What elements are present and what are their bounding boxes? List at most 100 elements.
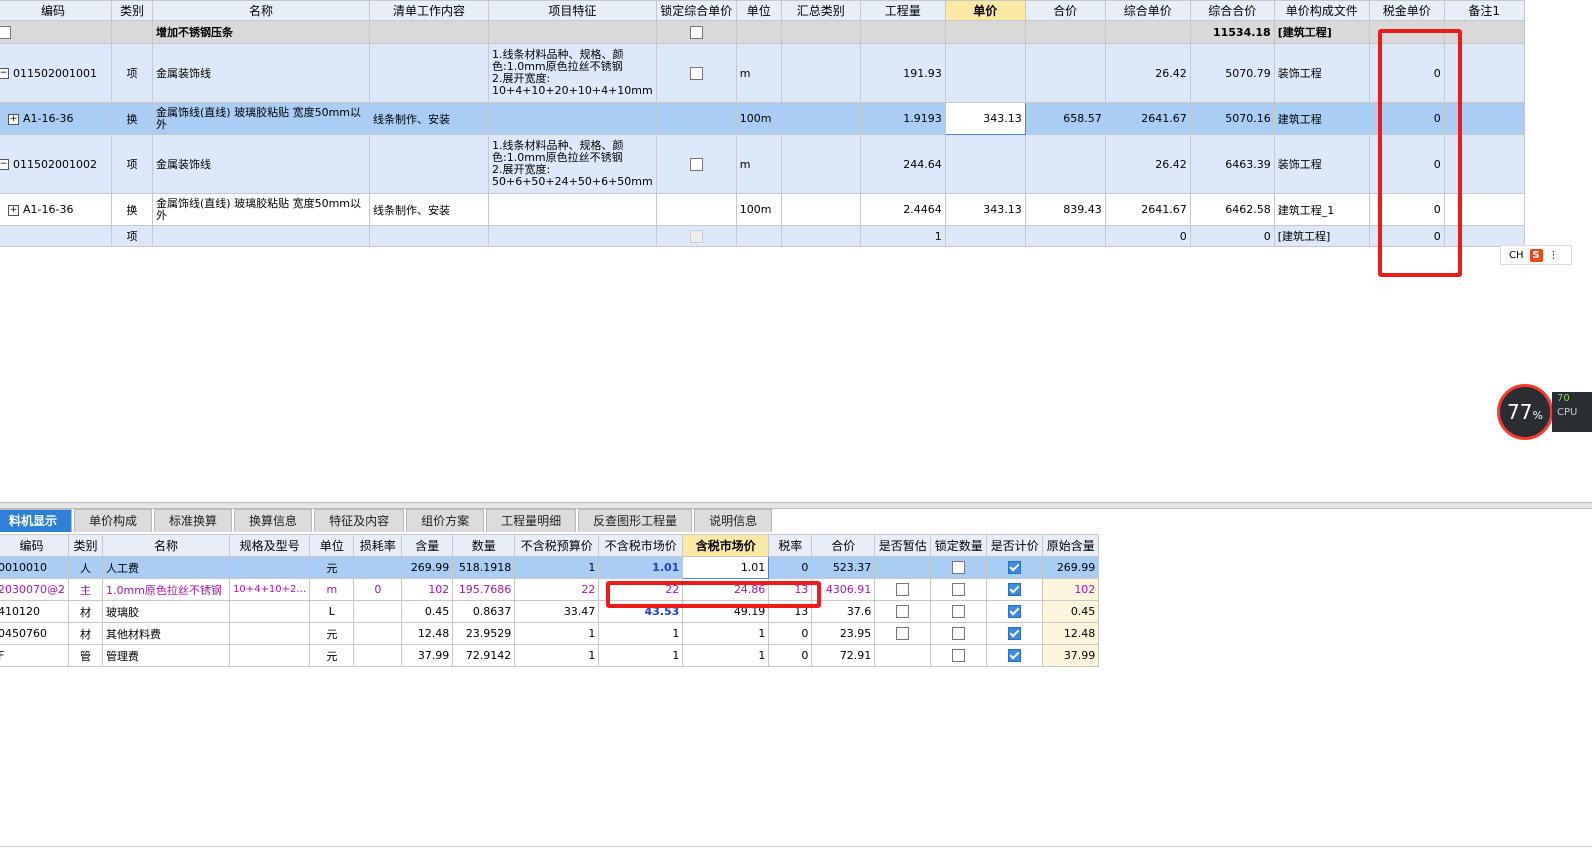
cell-unit-price[interactable]: 343.13: [944, 193, 1026, 226]
table-row[interactable]: 0010010 人 人工费 元 269.99 518.1918 1 1.01 1…: [0, 556, 1100, 579]
cell-comp-total[interactable]: 5070.16: [1189, 102, 1275, 135]
provisional-checkbox[interactable]: [896, 583, 910, 597]
cell-loss[interactable]: 0: [353, 578, 403, 601]
lock-qty-checkbox[interactable]: [952, 605, 966, 619]
tab-price-composition[interactable]: 单价构成: [74, 509, 153, 532]
cpu-gauge[interactable]: 77%: [1497, 384, 1553, 440]
cell-work[interactable]: 线条制作、安装: [369, 102, 489, 135]
col-header-features[interactable]: 项目特征: [488, 0, 657, 21]
cell-code[interactable]: 2030070@2: [0, 578, 69, 601]
cell-unit[interactable]: m: [309, 578, 355, 601]
cell-type[interactable]: 管: [68, 644, 103, 667]
cell-content[interactable]: 0.45: [401, 600, 454, 623]
cell-loss[interactable]: [353, 556, 403, 579]
cell-code[interactable]: 410120: [0, 600, 69, 623]
cell-name[interactable]: 金属装饰线: [152, 43, 370, 103]
tab-materials[interactable]: 料机显示: [0, 509, 73, 532]
tab-standard-conversion[interactable]: 标准换算: [154, 509, 233, 532]
col-header-provisional[interactable]: 是否暂估: [874, 534, 932, 557]
col-header-remark[interactable]: 备注1: [1443, 0, 1525, 21]
col-header-code[interactable]: 编码: [0, 0, 112, 21]
cell-code[interactable]: 0450760: [0, 622, 69, 645]
materials-grid[interactable]: 编码 类别 名称 规格及型号 单位 损耗率 含量 数量 不含税预算价 不含税市场…: [0, 534, 1100, 667]
cell-file[interactable]: 建筑工程: [1273, 102, 1370, 135]
col-header-comp-total[interactable]: 综合合价: [1189, 0, 1275, 21]
cell-orig-content[interactable]: 0.45: [1042, 600, 1100, 623]
cell-qty[interactable]: 518.1918: [452, 556, 516, 579]
expand-icon[interactable]: +: [8, 113, 19, 125]
col-header-content[interactable]: 含量: [401, 534, 454, 557]
table-row[interactable]: 项 1 0 0 [建筑工程] 0: [0, 225, 1525, 247]
cell-unit[interactable]: 元: [309, 556, 355, 579]
col-header-name[interactable]: 名称: [102, 534, 230, 557]
cell-qty[interactable]: 191.93: [859, 43, 946, 103]
priced-checkbox[interactable]: [1008, 561, 1022, 575]
collapse-icon[interactable]: −: [0, 68, 9, 79]
cell-code[interactable]: F: [0, 644, 69, 667]
cell-total[interactable]: 23.95: [811, 622, 876, 645]
cell-comp-price[interactable]: 0: [1104, 225, 1191, 247]
market-tax-input[interactable]: 1.01: [682, 556, 770, 579]
lock-checkbox[interactable]: [689, 157, 703, 171]
cell-spec[interactable]: [228, 622, 311, 645]
ime-menu-icon[interactable]: ⋮: [1549, 250, 1559, 261]
cell-work[interactable]: 线条制作、安装: [369, 193, 489, 226]
table-row[interactable]: 0450760 材 其他材料费 元 12.48 23.9529 1 1 1 0 …: [0, 622, 1100, 645]
table-row[interactable]: −011502001001 项 金属装饰线 1.线条材料品种、规格、颜色:1.0…: [0, 43, 1525, 103]
cell-market-tax[interactable]: 1: [682, 644, 770, 667]
row-checkbox[interactable]: [0, 25, 11, 39]
cell-content[interactable]: 12.48: [401, 622, 454, 645]
cell-comp-total[interactable]: 6462.58: [1189, 193, 1275, 226]
lock-checkbox[interactable]: [689, 25, 703, 39]
cell-file[interactable]: 建筑工程_1: [1273, 193, 1370, 226]
cell-budget[interactable]: 33.47: [514, 600, 600, 623]
cell-name[interactable]: 玻璃胶: [102, 600, 230, 623]
col-header-code[interactable]: 编码: [0, 534, 69, 557]
cell-total[interactable]: 4306.91: [811, 578, 876, 601]
tab-graphic-quantity[interactable]: 反查图形工程量: [578, 509, 693, 532]
cell-budget[interactable]: 1: [514, 644, 600, 667]
priced-checkbox[interactable]: [1008, 583, 1022, 597]
cell-qty[interactable]: 23.9529: [452, 622, 516, 645]
cell-content[interactable]: 37.99: [401, 644, 454, 667]
cell-budget[interactable]: 22: [514, 578, 600, 601]
cell-market[interactable]: 1: [598, 622, 684, 645]
cell-loss[interactable]: [353, 600, 403, 623]
col-header-loss[interactable]: 损耗率: [353, 534, 403, 557]
cell-amount[interactable]: 658.57: [1024, 102, 1106, 135]
col-header-market[interactable]: 不含税市场价: [598, 534, 684, 557]
cell-unit[interactable]: 100m: [735, 102, 782, 135]
cell-type[interactable]: 换: [111, 102, 153, 135]
col-header-lock-qty[interactable]: 锁定数量: [930, 534, 988, 557]
cell-tax-rate[interactable]: 0: [768, 622, 813, 645]
cell-code[interactable]: 0010010: [0, 556, 69, 579]
col-header-unit[interactable]: 单位: [309, 534, 355, 557]
cell-qty[interactable]: 1.9193: [859, 102, 946, 135]
group-file[interactable]: [建筑工程]: [1273, 20, 1370, 44]
lock-checkbox[interactable]: [689, 66, 703, 80]
col-header-market-tax[interactable]: 含税市场价: [682, 534, 770, 557]
cell-total[interactable]: 37.6: [811, 600, 876, 623]
col-header-qty[interactable]: 数量: [452, 534, 516, 557]
table-row[interactable]: −011502001002 项 金属装饰线 1.线条材料品种、规格、颜色:1.0…: [0, 134, 1525, 194]
priced-checkbox[interactable]: [1008, 605, 1022, 619]
cell-loss[interactable]: [353, 644, 403, 667]
col-header-work[interactable]: 清单工作内容: [369, 0, 489, 21]
table-row[interactable]: 增加不锈钢压条 11534.18 [建筑工程]: [0, 20, 1525, 44]
col-header-budget[interactable]: 不含税预算价: [514, 534, 600, 557]
table-row[interactable]: F 管 管理费 元 37.99 72.9142 1 1 1 0 72.91 37…: [0, 644, 1100, 667]
cell-name[interactable]: 其他材料费: [102, 622, 230, 645]
cell-comp-price[interactable]: 26.42: [1104, 134, 1191, 194]
cell-qty[interactable]: 1: [859, 225, 946, 247]
lock-qty-checkbox[interactable]: [952, 649, 966, 663]
cell-content[interactable]: 102: [401, 578, 454, 601]
col-header-amount[interactable]: 合价: [1024, 0, 1106, 21]
lock-qty-checkbox[interactable]: [952, 561, 966, 575]
table-row[interactable]: + A1-16-36 换 金属饰线(直线) 玻璃胶粘贴 宽度50mm以外 线条制作…: [0, 102, 1525, 135]
col-header-unit[interactable]: 单位: [735, 0, 782, 21]
cell-name[interactable]: 金属饰线(直线) 玻璃胶粘贴 宽度50mm以外: [152, 102, 370, 135]
cell-unit[interactable]: L: [309, 600, 355, 623]
col-header-unit-price[interactable]: 单价: [944, 0, 1026, 21]
cell-comp-total[interactable]: 0: [1189, 225, 1275, 247]
cell-unit[interactable]: m: [735, 134, 782, 194]
